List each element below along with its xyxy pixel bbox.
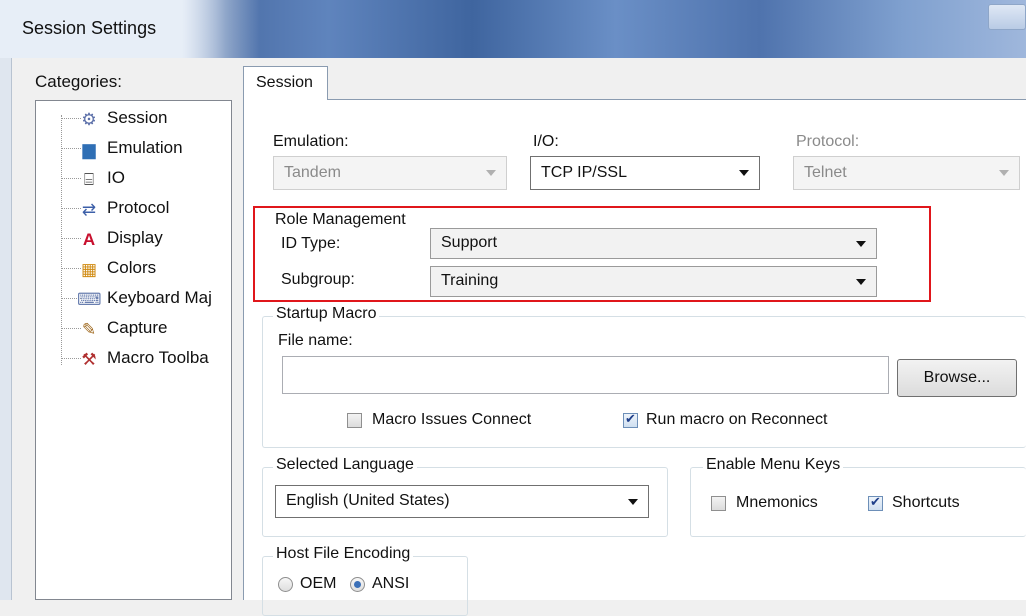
subgroup-label: Subgroup: <box>281 271 355 288</box>
font-icon: A <box>82 230 96 249</box>
monitor-icon: ▆ <box>82 140 96 159</box>
selected-language-legend: Selected Language <box>273 456 417 474</box>
chevron-down-icon <box>486 170 496 176</box>
file-name-label: File name: <box>278 332 353 349</box>
tree-item-keyboard-map[interactable]: ⌨ Keyboard Maj <box>61 286 231 316</box>
file-name-input[interactable] <box>282 356 889 394</box>
language-select[interactable]: English (United States) <box>275 485 649 518</box>
palette-icon: ▦ <box>80 260 98 279</box>
browse-button[interactable]: Browse... <box>897 359 1017 397</box>
tree-item-label: Protocol <box>107 198 170 217</box>
tree-item-capture[interactable]: ✎ Capture <box>61 316 231 346</box>
ansi-label: ANSI <box>372 575 410 592</box>
keyboard-icon: ⌨ <box>77 290 102 309</box>
close-button[interactable] <box>988 4 1026 30</box>
oem-radio[interactable] <box>278 577 293 592</box>
id-type-select[interactable]: Support <box>430 228 877 259</box>
chevron-down-icon <box>856 241 866 247</box>
enable-menu-keys-legend: Enable Menu Keys <box>703 456 844 474</box>
chevron-down-icon <box>856 279 866 285</box>
tree-item-io[interactable]: ⌸ IO <box>61 166 231 196</box>
tools-icon: ⚒ <box>81 350 97 369</box>
mnemonics-label: Mnemonics <box>736 494 818 511</box>
title-bar[interactable]: Session Settings <box>0 0 1026 58</box>
tree-item-display[interactable]: A Display <box>61 226 231 256</box>
tree-item-label: Keyboard Maj <box>107 288 212 307</box>
tree-item-label: Colors <box>107 258 157 277</box>
tree-item-label: IO <box>107 168 125 187</box>
macro-issues-connect-label: Macro Issues Connect <box>372 411 532 428</box>
chevron-down-icon <box>739 170 749 176</box>
id-type-label: ID Type: <box>281 235 341 252</box>
tree-item-label: Macro Toolba <box>107 348 209 367</box>
chevron-down-icon <box>628 499 638 505</box>
window-title: Session Settings <box>22 18 157 38</box>
protocol-icon: ⇄ <box>81 200 97 219</box>
categories-label: Categories: <box>35 72 122 91</box>
run-macro-on-reconnect-label: Run macro on Reconnect <box>646 411 828 428</box>
pencil-icon: ✎ <box>81 320 97 339</box>
ansi-radio[interactable] <box>350 577 365 592</box>
io-icon: ⌸ <box>83 170 95 189</box>
tree-item-session[interactable]: ⚙ Session <box>61 106 231 136</box>
protocol-select[interactable]: Telnet <box>793 156 1020 190</box>
tree-item-macro-toolbar[interactable]: ⚒ Macro Toolba <box>61 346 231 376</box>
tree-item-label: Display <box>107 228 163 247</box>
tree-item-colors[interactable]: ▦ Colors <box>61 256 231 286</box>
subgroup-select[interactable]: Training <box>430 266 877 297</box>
io-label: I/O: <box>533 133 559 150</box>
tree-item-protocol[interactable]: ⇄ Protocol <box>61 196 231 226</box>
mnemonics-checkbox[interactable] <box>711 496 726 511</box>
tree-item-emulation[interactable]: ▆ Emulation <box>61 136 231 166</box>
startup-macro-legend: Startup Macro <box>273 305 380 323</box>
oem-label: OEM <box>300 575 337 592</box>
io-select[interactable]: TCP IP/SSL <box>530 156 760 190</box>
shortcuts-checkbox[interactable] <box>868 494 883 511</box>
tab-session[interactable]: Session <box>243 66 328 100</box>
host-file-encoding-legend: Host File Encoding <box>273 545 414 563</box>
tree-item-label: Emulation <box>107 138 183 157</box>
macro-issues-connect-checkbox[interactable] <box>347 413 362 428</box>
protocol-label: Protocol: <box>796 133 860 150</box>
tree-item-label: Capture <box>107 318 168 337</box>
gear-icon: ⚙ <box>81 110 97 129</box>
role-management-legend: Role Management <box>275 211 406 228</box>
tree-item-label: Session <box>107 108 168 127</box>
shortcuts-label: Shortcuts <box>892 494 960 511</box>
emulation-label: Emulation: <box>273 133 349 150</box>
emulation-select[interactable]: Tandem <box>273 156 507 190</box>
background-window-edge <box>0 58 12 600</box>
run-macro-on-reconnect-checkbox[interactable] <box>623 411 638 428</box>
chevron-down-icon <box>999 170 1009 176</box>
host-file-encoding-group <box>262 556 468 616</box>
